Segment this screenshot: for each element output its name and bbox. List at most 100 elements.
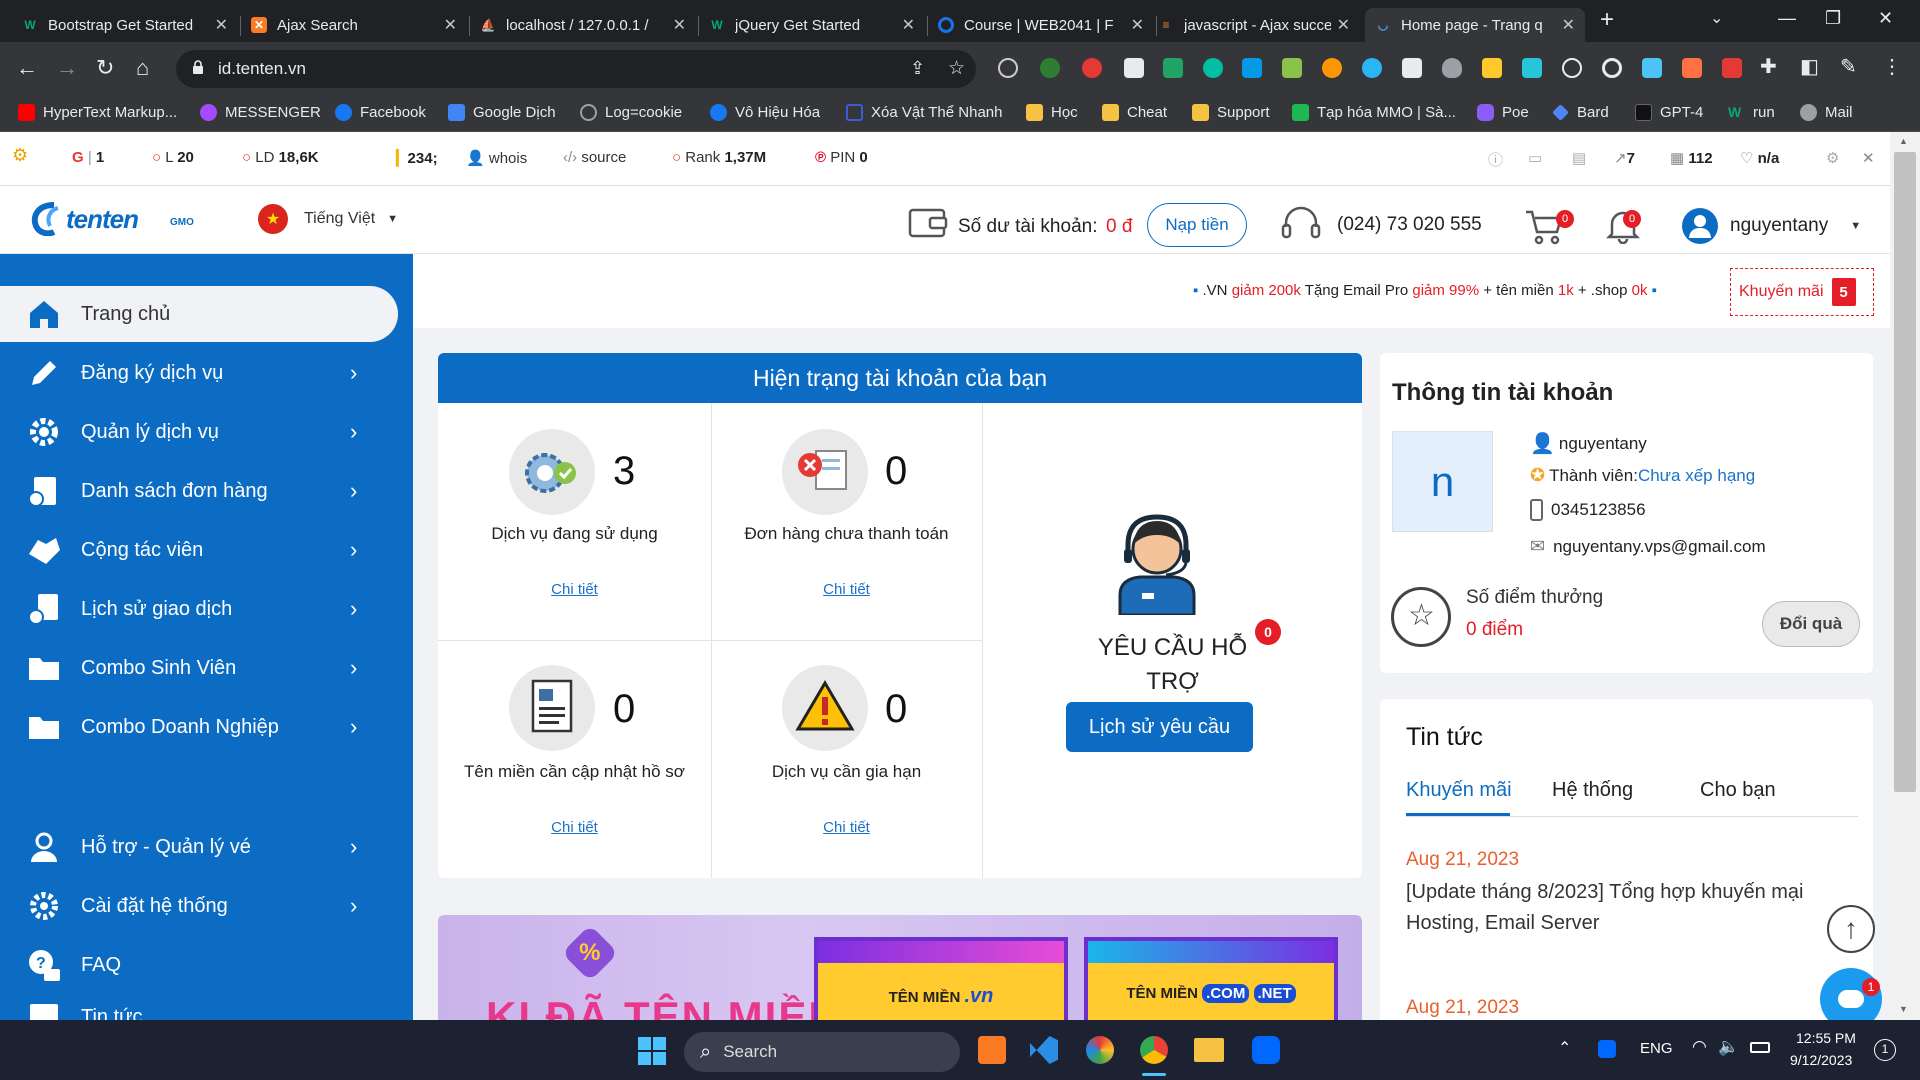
tab-home-page[interactable]: ◡ Home page - Trang q ✕ <box>1365 8 1585 42</box>
seo-doc-icon[interactable]: ▤ <box>1572 149 1586 167</box>
file-explorer-taskbar-icon[interactable] <box>1194 1038 1224 1062</box>
user-menu[interactable]: nguyentany ▼ <box>1682 208 1861 244</box>
vscode-taskbar-icon[interactable] <box>1030 1036 1058 1064</box>
sidebar-item-transaction-history[interactable]: Lịch sử giao dịch › <box>0 581 398 637</box>
back-icon[interactable]: ← <box>16 56 38 80</box>
extension-icon[interactable] <box>1242 58 1262 78</box>
volume-icon[interactable]: 🔈 <box>1718 1037 1739 1057</box>
sidebar-item-combo-business[interactable]: Combo Doanh Nghiệp › <box>0 699 398 755</box>
extension-icon[interactable] <box>1282 58 1302 78</box>
seo-info-icon[interactable]: ⓘ <box>1488 149 1503 170</box>
seo-close-icon[interactable]: ✕ <box>1862 149 1875 167</box>
clock-date[interactable]: 9/12/2023 <box>1790 1052 1852 1068</box>
seo-links[interactable]: ○ L 20 <box>152 149 194 166</box>
promo-banner[interactable]: % KI ĐÃ TÊN MIỀN TÊN MIỀN .vn TÊN MIỀN .… <box>438 915 1362 1020</box>
seo-external-links[interactable]: ↗7 <box>1614 149 1635 167</box>
close-icon[interactable]: ✕ <box>1562 15 1575 35</box>
extension-excel-icon[interactable] <box>1163 58 1183 78</box>
services-in-use-detail-link[interactable]: Chi tiết <box>551 581 598 598</box>
sidebar-item-home[interactable]: Trang chủ <box>0 286 398 342</box>
domain-profile-detail-link[interactable]: Chi tiết <box>551 819 598 836</box>
sidebar-item-support-tickets[interactable]: Hỗ trợ - Quản lý vé › <box>0 819 398 875</box>
battery-icon[interactable] <box>1750 1042 1770 1053</box>
tab-for-you[interactable]: Cho bạn <box>1700 779 1776 802</box>
forward-icon[interactable]: → <box>56 56 78 80</box>
extension-icon[interactable] <box>1522 58 1542 78</box>
tab-course[interactable]: Course | WEB2041 | F ✕ <box>928 8 1154 42</box>
bookmark-item[interactable]: Tạp hóa MMO | Sà... <box>1292 104 1456 121</box>
tab-system[interactable]: Hệ thống <box>1552 779 1633 802</box>
tab-localhost[interactable]: ⛵ localhost / 127.0.0.1 / ✕ <box>470 8 696 42</box>
bookmark-item[interactable]: Log=cookie <box>580 104 682 121</box>
bookmark-item[interactable]: Mail <box>1800 104 1853 121</box>
tray-chevron-up-icon[interactable]: ⌃ <box>1558 1038 1571 1058</box>
hotline-phone[interactable]: (024) 73 020 555 <box>1337 214 1482 236</box>
side-panel-icon[interactable]: ◧ <box>1800 55 1819 79</box>
bookmark-item[interactable]: Xóa Vật Thể Nhanh <box>846 104 1002 121</box>
language-selector[interactable]: ★ Tiếng Việt ▼ <box>258 204 398 234</box>
notification-center-badge[interactable]: 1 <box>1874 1039 1896 1061</box>
sidebar-item-affiliate[interactable]: Cộng tác viên › <box>0 522 398 578</box>
seo-whois[interactable]: 👤 whois <box>466 149 527 167</box>
extension-cookie-icon[interactable] <box>1322 58 1342 78</box>
page-scrollbar[interactable]: ▲ ▼ <box>1890 132 1920 1020</box>
window-close-icon[interactable]: ✕ <box>1878 8 1893 29</box>
bookmark-item[interactable]: Vô Hiệu Hóa <box>710 104 820 121</box>
windows-start-icon[interactable] <box>638 1037 666 1065</box>
extension-icon[interactable] <box>1722 58 1742 78</box>
bookmark-folder[interactable]: Học <box>1026 104 1078 121</box>
extension-icon[interactable] <box>1362 58 1382 78</box>
close-icon[interactable]: ✕ <box>444 15 457 35</box>
sidebar-item-orders[interactable]: Danh sách đơn hàng › <box>0 463 398 519</box>
extension-icon[interactable] <box>1562 58 1582 78</box>
seo-monitor-icon[interactable]: ▭ <box>1528 149 1542 167</box>
seo-google-index[interactable]: G | 1 <box>72 149 104 166</box>
extension-qr-icon[interactable] <box>1124 58 1144 78</box>
bookmark-item[interactable]: GPT-4 <box>1635 104 1703 121</box>
zalo-taskbar-icon[interactable] <box>1252 1036 1280 1064</box>
topup-button[interactable]: Nạp tiền <box>1147 203 1247 247</box>
extension-icon[interactable] <box>1402 58 1422 78</box>
extension-shield-icon[interactable] <box>1442 58 1462 78</box>
extension-icon[interactable] <box>1040 58 1060 78</box>
home-button-icon[interactable]: ⌂ <box>136 56 149 80</box>
xampp-taskbar-icon[interactable] <box>978 1036 1006 1064</box>
promo-marquee[interactable]: ▪ .VN giảm 200k Tặng Email Pro giảm 99% … <box>1193 282 1657 299</box>
extension-icon[interactable] <box>1482 58 1502 78</box>
app-taskbar-icon[interactable] <box>1086 1036 1114 1064</box>
sidebar-item-combo-student[interactable]: Combo Sinh Viên › <box>0 640 398 696</box>
new-tab-button[interactable]: + <box>1600 6 1614 34</box>
seo-linking-domains[interactable]: ○ LD 18,6K <box>242 149 319 166</box>
extension-compass-icon[interactable] <box>998 58 1018 78</box>
tab-stackoverflow[interactable]: ≡ javascript - Ajax succe ✕ <box>1148 8 1360 42</box>
seo-bing-index[interactable]: ▎234; <box>396 149 438 167</box>
seo-pinterest[interactable]: ℗ PIN 0 <box>815 149 868 166</box>
scroll-to-top-button[interactable]: ↑ <box>1827 905 1875 953</box>
chat-widget-button[interactable]: 1 <box>1820 968 1882 1020</box>
close-icon[interactable]: ✕ <box>1131 15 1144 35</box>
tenten-logo[interactable]: tenten GMO <box>30 202 205 236</box>
close-icon[interactable]: ✕ <box>902 15 915 35</box>
extension-icon[interactable] <box>1082 58 1102 78</box>
bookmark-item[interactable]: Wrun <box>1728 104 1775 121</box>
minimize-icon[interactable]: — <box>1778 8 1796 29</box>
clock-time[interactable]: 12:55 PM <box>1796 1030 1856 1046</box>
bookmark-item[interactable]: Bard <box>1552 104 1609 121</box>
extension-icon[interactable] <box>1642 58 1662 78</box>
menu-kebab-icon[interactable]: ⋮ <box>1882 55 1902 79</box>
promotion-button[interactable]: Khuyến mãi 5 <box>1730 268 1874 316</box>
sidebar-item-system-settings[interactable]: Cài đặt hệ thống › <box>0 878 398 934</box>
bookmark-item[interactable]: HyperText Markup... <box>18 104 177 121</box>
bookmark-item[interactable]: Poe <box>1477 104 1529 121</box>
sidebar-item-register-service[interactable]: Đăng ký dịch vụ › <box>0 345 398 401</box>
renewal-detail-link[interactable]: Chi tiết <box>823 819 870 836</box>
support-history-button[interactable]: Lịch sử yêu cầu <box>1066 702 1253 752</box>
unpaid-orders-detail-link[interactable]: Chi tiết <box>823 581 870 598</box>
tab-promotions[interactable]: Khuyến mãi <box>1406 779 1512 802</box>
bookmark-star-icon[interactable]: ☆ <box>948 57 965 80</box>
tab-bootstrap[interactable]: W Bootstrap Get Started ✕ <box>12 8 238 42</box>
seo-source[interactable]: ‹/› source <box>563 149 626 166</box>
bookmark-folder[interactable]: Support <box>1192 104 1270 121</box>
bookmark-item[interactable]: Facebook <box>335 104 426 121</box>
close-icon[interactable]: ✕ <box>673 15 686 35</box>
